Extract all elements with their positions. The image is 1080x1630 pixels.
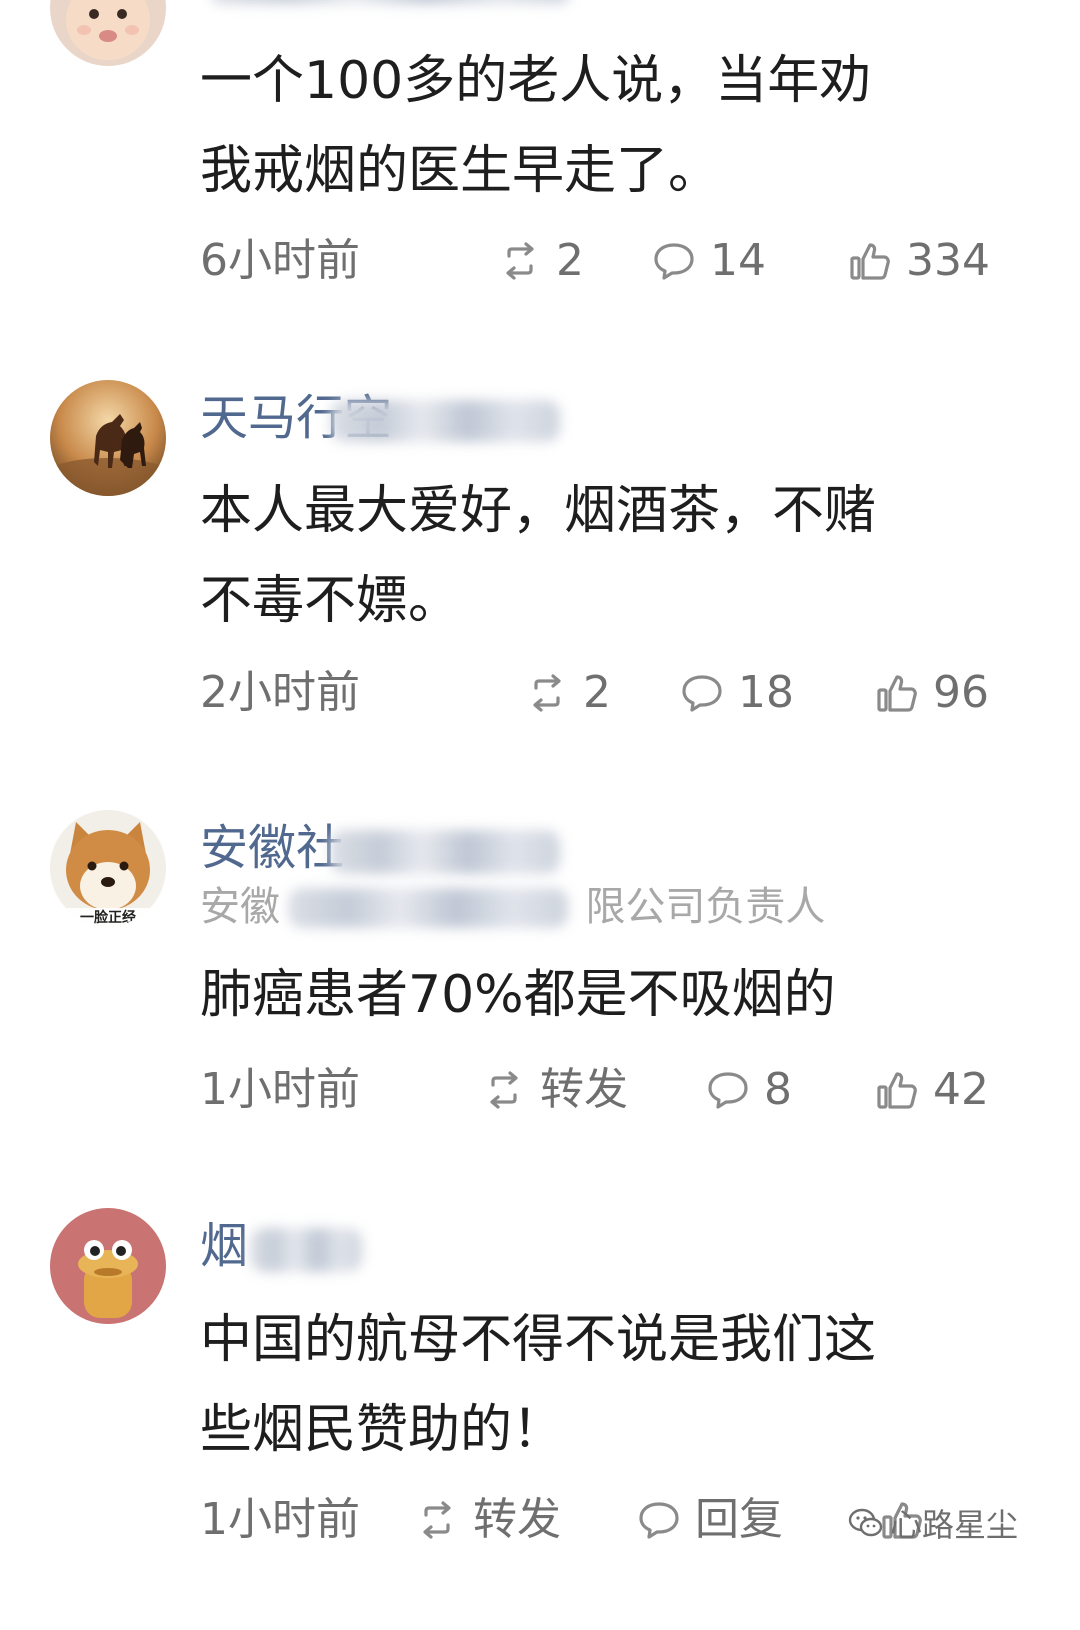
username-text: 安徽社 <box>200 820 345 876</box>
comment-text-line: 肺癌患者70%都是不吸烟的 <box>200 965 836 1025</box>
like-count: 42 <box>933 1064 989 1115</box>
repost-button[interactable]: 转发 <box>415 1490 561 1550</box>
comment-text-line: 本人最大爱好，烟酒茶，不赌 <box>200 481 877 541</box>
thumbs-up-icon <box>848 239 892 283</box>
comment-time: 2小时前 <box>200 667 360 718</box>
watermark-text: 心路星尘 <box>890 1506 1019 1544</box>
watermark: 心路星尘 <box>848 1500 1018 1546</box>
repost-count: 2 <box>556 235 584 286</box>
repost-label: 转发 <box>540 1064 628 1115</box>
comment-text: 中国的航母不得不说是我们这 些烟民赞助的！ <box>200 1295 1000 1475</box>
reply-label: 回复 <box>695 1494 783 1545</box>
comment-meta: 1小时前 转发 8 42 <box>200 1060 1000 1120</box>
subtitle-start: 安徽 <box>200 884 280 930</box>
redacted-subtitle <box>288 888 568 928</box>
repost-button[interactable]: 转发 <box>482 1060 628 1120</box>
comment-bubble-icon <box>680 671 724 715</box>
thumbs-up-icon <box>875 1068 919 1112</box>
comment-text: 本人最大爱好，烟酒茶，不赌 不毒不嫖。 <box>200 466 1000 646</box>
avatar-caption: 一脸正经 <box>80 909 136 926</box>
comment-text-line: 中国的航母不得不说是我们这 <box>200 1310 877 1370</box>
comment-feed: 一个100多的老人说，当年劝 我戒烟的医生早走了。 6小时前 2 14 334 <box>0 0 1080 1630</box>
like-count: 334 <box>906 235 990 286</box>
repost-label: 转发 <box>473 1494 561 1545</box>
repost-button[interactable]: 2 <box>525 663 611 723</box>
avatar-shiba[interactable]: 一脸正经 <box>50 810 166 926</box>
comment-item: 一个100多的老人说，当年劝 我戒烟的医生早走了。 6小时前 2 14 334 <box>0 0 1080 320</box>
comment-text-line: 些烟民赞助的！ <box>200 1400 565 1460</box>
reply-button[interactable]: 回复 <box>637 1490 783 1550</box>
redacted-username <box>250 1228 362 1272</box>
comment-item: 一脸正经 安徽社 安徽 限公司负责人 肺癌患者70%都是不吸烟的 1小时前 转发… <box>0 810 1080 1130</box>
redacted-username <box>330 400 560 442</box>
comment-meta: 2小时前 2 18 96 <box>200 663 1000 723</box>
like-count: 96 <box>933 667 989 718</box>
repost-icon <box>482 1068 526 1112</box>
reply-count: 8 <box>764 1064 792 1115</box>
comment-bubble-icon <box>706 1068 750 1112</box>
comment-time: 1小时前 <box>200 1494 360 1545</box>
reply-button[interactable]: 8 <box>706 1060 792 1120</box>
comment-text-line: 我戒烟的医生早走了。 <box>200 141 721 201</box>
repost-icon <box>525 671 569 715</box>
comment-text: 肺癌患者70%都是不吸烟的 <box>200 950 1000 1040</box>
comment-bubble-icon <box>637 1498 681 1542</box>
username[interactable]: 安徽社 <box>200 818 344 878</box>
like-button[interactable]: 42 <box>875 1060 989 1120</box>
comment-item: 烟 中国的航母不得不说是我们这 些烟民赞助的！ 1小时前 转发 回复 <box>0 1208 1080 1630</box>
reply-count: 18 <box>738 667 794 718</box>
comment-text-line: 一个100多的老人说，当年劝 <box>200 51 872 111</box>
username[interactable]: 烟 <box>200 1216 248 1276</box>
username-text: 烟 <box>200 1218 249 1274</box>
comment-time: 6小时前 <box>200 235 360 286</box>
comment-text-line: 不毒不嫖。 <box>200 571 461 631</box>
redacted-username <box>330 830 560 874</box>
redacted-username <box>210 0 570 4</box>
comment-time: 1小时前 <box>200 1064 360 1115</box>
comment-bubble-icon <box>652 239 696 283</box>
avatar-horses[interactable] <box>50 380 166 496</box>
reply-count: 14 <box>710 235 766 286</box>
like-button[interactable]: 96 <box>875 663 989 723</box>
repost-count: 2 <box>583 667 611 718</box>
subtitle-end: 限公司负责人 <box>585 884 826 930</box>
repost-icon <box>415 1498 459 1542</box>
thumbs-up-icon <box>875 671 919 715</box>
avatar-cartoon[interactable] <box>50 1208 166 1324</box>
like-button[interactable]: 334 <box>848 231 990 291</box>
comment-item: 天马行空 本人最大爱好，烟酒茶，不赌 不毒不嫖。 2小时前 2 18 96 <box>0 380 1080 740</box>
comment-text: 一个100多的老人说，当年劝 我戒烟的医生早走了。 <box>200 36 1000 216</box>
avatar-baby[interactable] <box>50 0 166 66</box>
comment-meta: 6小时前 2 14 334 <box>200 231 1000 291</box>
wechat-icon <box>848 1508 883 1537</box>
repost-icon <box>498 239 542 283</box>
repost-button[interactable]: 2 <box>498 231 584 291</box>
reply-button[interactable]: 18 <box>680 663 794 723</box>
reply-button[interactable]: 14 <box>652 231 766 291</box>
